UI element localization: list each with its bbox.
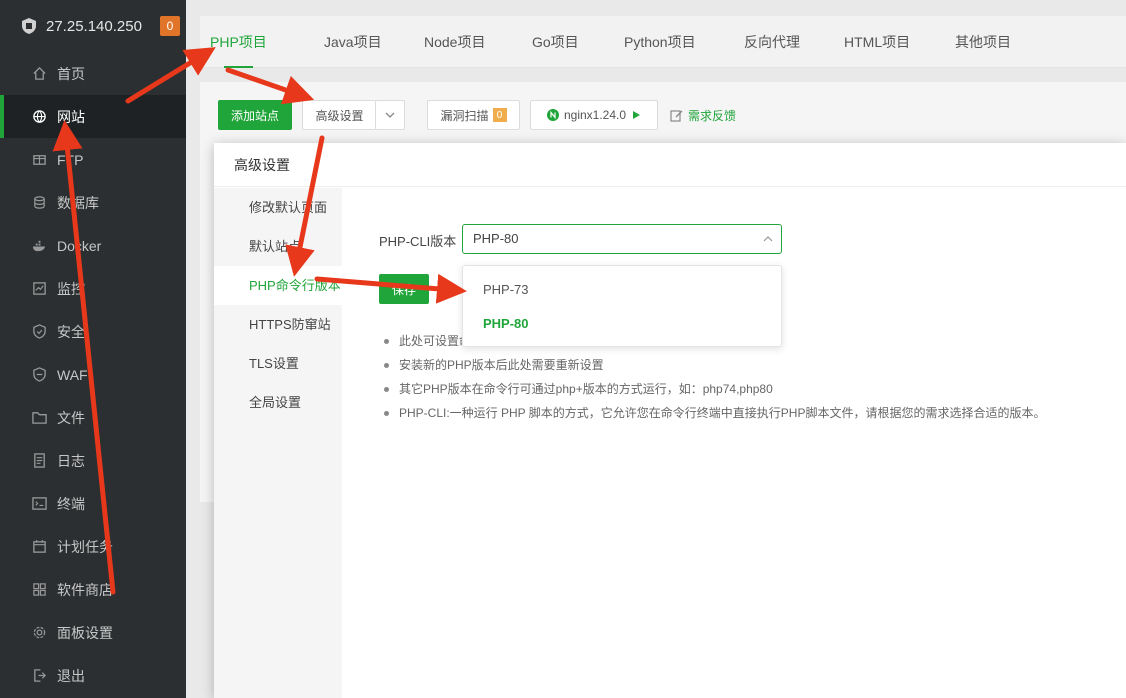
monitor-icon (33, 282, 46, 295)
sidebar-item-logout[interactable]: 退出 (0, 654, 186, 697)
tab-python[interactable]: Python项目 (624, 16, 696, 68)
sidebar-item-label: 数据库 (57, 194, 99, 211)
nginx-button[interactable]: nginx1.24.0 (530, 100, 658, 130)
waf-icon (33, 367, 46, 382)
sidebar-item-label: 退出 (57, 667, 85, 684)
sidebar-item-label: 网站 (57, 108, 85, 125)
sidebar-item-label: FTP (57, 151, 84, 168)
nginx-icon (546, 109, 559, 121)
sidebar-item-label: WAF (57, 366, 88, 383)
sidebar-item-terminal[interactable]: 终端 (0, 482, 186, 525)
nav-global-settings[interactable]: 全局设置 (214, 383, 342, 422)
sidebar-item-label: 日志 (57, 452, 85, 469)
tab-go[interactable]: Go项目 (532, 16, 579, 68)
vuln-scan-count: 0 (492, 108, 507, 122)
tab-other[interactable]: 其他项目 (955, 16, 1011, 68)
sidebar-item-waf[interactable]: WAF (0, 353, 186, 396)
tab-php[interactable]: PHP项目 (210, 16, 267, 68)
chevron-down-icon (385, 112, 395, 118)
advanced-dropdown-button[interactable] (375, 100, 405, 130)
sidebar-item-label: Docker (57, 237, 102, 254)
tip-item: PHP-CLI:一种运行 PHP 脚本的方式，它允许您在命令行终端中直接执行PH… (384, 401, 1114, 425)
feedback-label: 需求反馈 (688, 109, 737, 123)
sidebar-item-website[interactable]: 网站 (0, 95, 186, 138)
sidebar-item-settings[interactable]: 面板设置 (0, 611, 186, 654)
vuln-scan-label: 漏洞扫描 (440, 108, 489, 123)
server-header: 27.25.140.250 0 (0, 0, 186, 52)
feedback-link[interactable]: 需求反馈 (670, 107, 736, 124)
sidebar-item-label: 安全 (57, 323, 85, 340)
php-version-dropdown: PHP-73 PHP-80 (462, 265, 782, 347)
sidebar-item-database[interactable]: 数据库 (0, 181, 186, 224)
modal-title: 高级设置 (214, 143, 1126, 187)
tab-java[interactable]: Java项目 (324, 16, 382, 68)
ftp-icon (33, 155, 46, 165)
sidebar-item-label: 监控 (57, 280, 85, 297)
tab-reverse-proxy[interactable]: 反向代理 (744, 16, 800, 68)
edit-icon (670, 110, 683, 122)
tip-item: 其它PHP版本在命令行可通过php+版本的方式运行，如：php74,php80 (384, 377, 1114, 401)
sidebar-item-monitor[interactable]: 监控 (0, 267, 186, 310)
play-icon (633, 111, 641, 119)
nav-default-site[interactable]: 默认站点 (214, 227, 342, 266)
select-value: PHP-80 (473, 231, 519, 246)
sidebar-item-ftp[interactable]: FTP (0, 138, 186, 181)
sidebar-item-docker[interactable]: Docker (0, 224, 186, 267)
nav-tls-settings[interactable]: TLS设置 (214, 344, 342, 383)
home-icon (33, 66, 46, 80)
shield-icon (33, 324, 46, 339)
tip-item: 安装新的PHP版本后此处需要重新设置 (384, 353, 1114, 377)
apps-icon (33, 583, 46, 596)
sidebar-item-label: 计划任务 (57, 538, 113, 555)
advanced-settings-modal: 高级设置 修改默认页面 默认站点 PHP命令行版本 HTTPS防窜站 TLS设置… (214, 143, 1126, 698)
option-php-80[interactable]: PHP-80 (483, 316, 529, 331)
sidebar: 27.25.140.250 0 首页 网站 FTP 数据库 Docker 监控 … (0, 0, 186, 698)
tab-html[interactable]: HTML项目 (844, 16, 910, 68)
logout-icon (34, 669, 46, 682)
nav-default-page[interactable]: 修改默认页面 (214, 188, 342, 227)
globe-icon (33, 110, 46, 123)
php-cli-label: PHP-CLI版本 (379, 234, 457, 249)
sidebar-item-label: 文件 (57, 409, 85, 426)
sidebar-item-app-store[interactable]: 软件商店 (0, 568, 186, 611)
sidebar-item-label: 首页 (57, 65, 85, 82)
gear-icon (33, 626, 46, 639)
sidebar-item-files[interactable]: 文件 (0, 396, 186, 439)
sidebar-item-logs[interactable]: 日志 (0, 439, 186, 482)
sidebar-item-label: 面板设置 (57, 624, 113, 641)
server-ip: 27.25.140.250 (46, 17, 142, 35)
sidebar-item-label: 终端 (57, 495, 85, 512)
advanced-settings-button[interactable]: 高级设置 (302, 100, 376, 130)
nav-https-anti-hijack[interactable]: HTTPS防窜站 (214, 305, 342, 344)
chevron-up-icon (763, 236, 773, 242)
server-shield-icon (22, 18, 36, 34)
terminal-icon (32, 497, 47, 510)
tab-node[interactable]: Node项目 (424, 16, 485, 68)
folder-icon (32, 412, 47, 424)
sidebar-item-label: 软件商店 (57, 581, 113, 598)
vuln-scan-button[interactable]: 漏洞扫描 0 (427, 100, 520, 130)
sidebar-item-security[interactable]: 安全 (0, 310, 186, 353)
modal-nav: 修改默认页面 默认站点 PHP命令行版本 HTTPS防窜站 TLS设置 全局设置 (214, 188, 342, 698)
calendar-icon (33, 539, 46, 553)
nginx-version: nginx1.24.0 (563, 108, 627, 122)
project-tabs: PHP项目 Java项目 Node项目 Go项目 Python项目 反向代理 H… (200, 16, 1126, 68)
log-icon (34, 453, 45, 468)
docker-icon (32, 240, 46, 252)
nav-php-cli-version[interactable]: PHP命令行版本 (214, 266, 342, 305)
save-button[interactable]: 保存 (379, 274, 429, 304)
add-site-button[interactable]: 添加站点 (218, 100, 292, 130)
php-cli-select[interactable]: PHP-80 (462, 224, 782, 254)
sidebar-item-cron[interactable]: 计划任务 (0, 525, 186, 568)
option-php-73[interactable]: PHP-73 (483, 282, 529, 297)
database-icon (34, 196, 45, 209)
sidebar-item-home[interactable]: 首页 (0, 52, 186, 95)
notification-badge[interactable]: 0 (160, 16, 180, 36)
